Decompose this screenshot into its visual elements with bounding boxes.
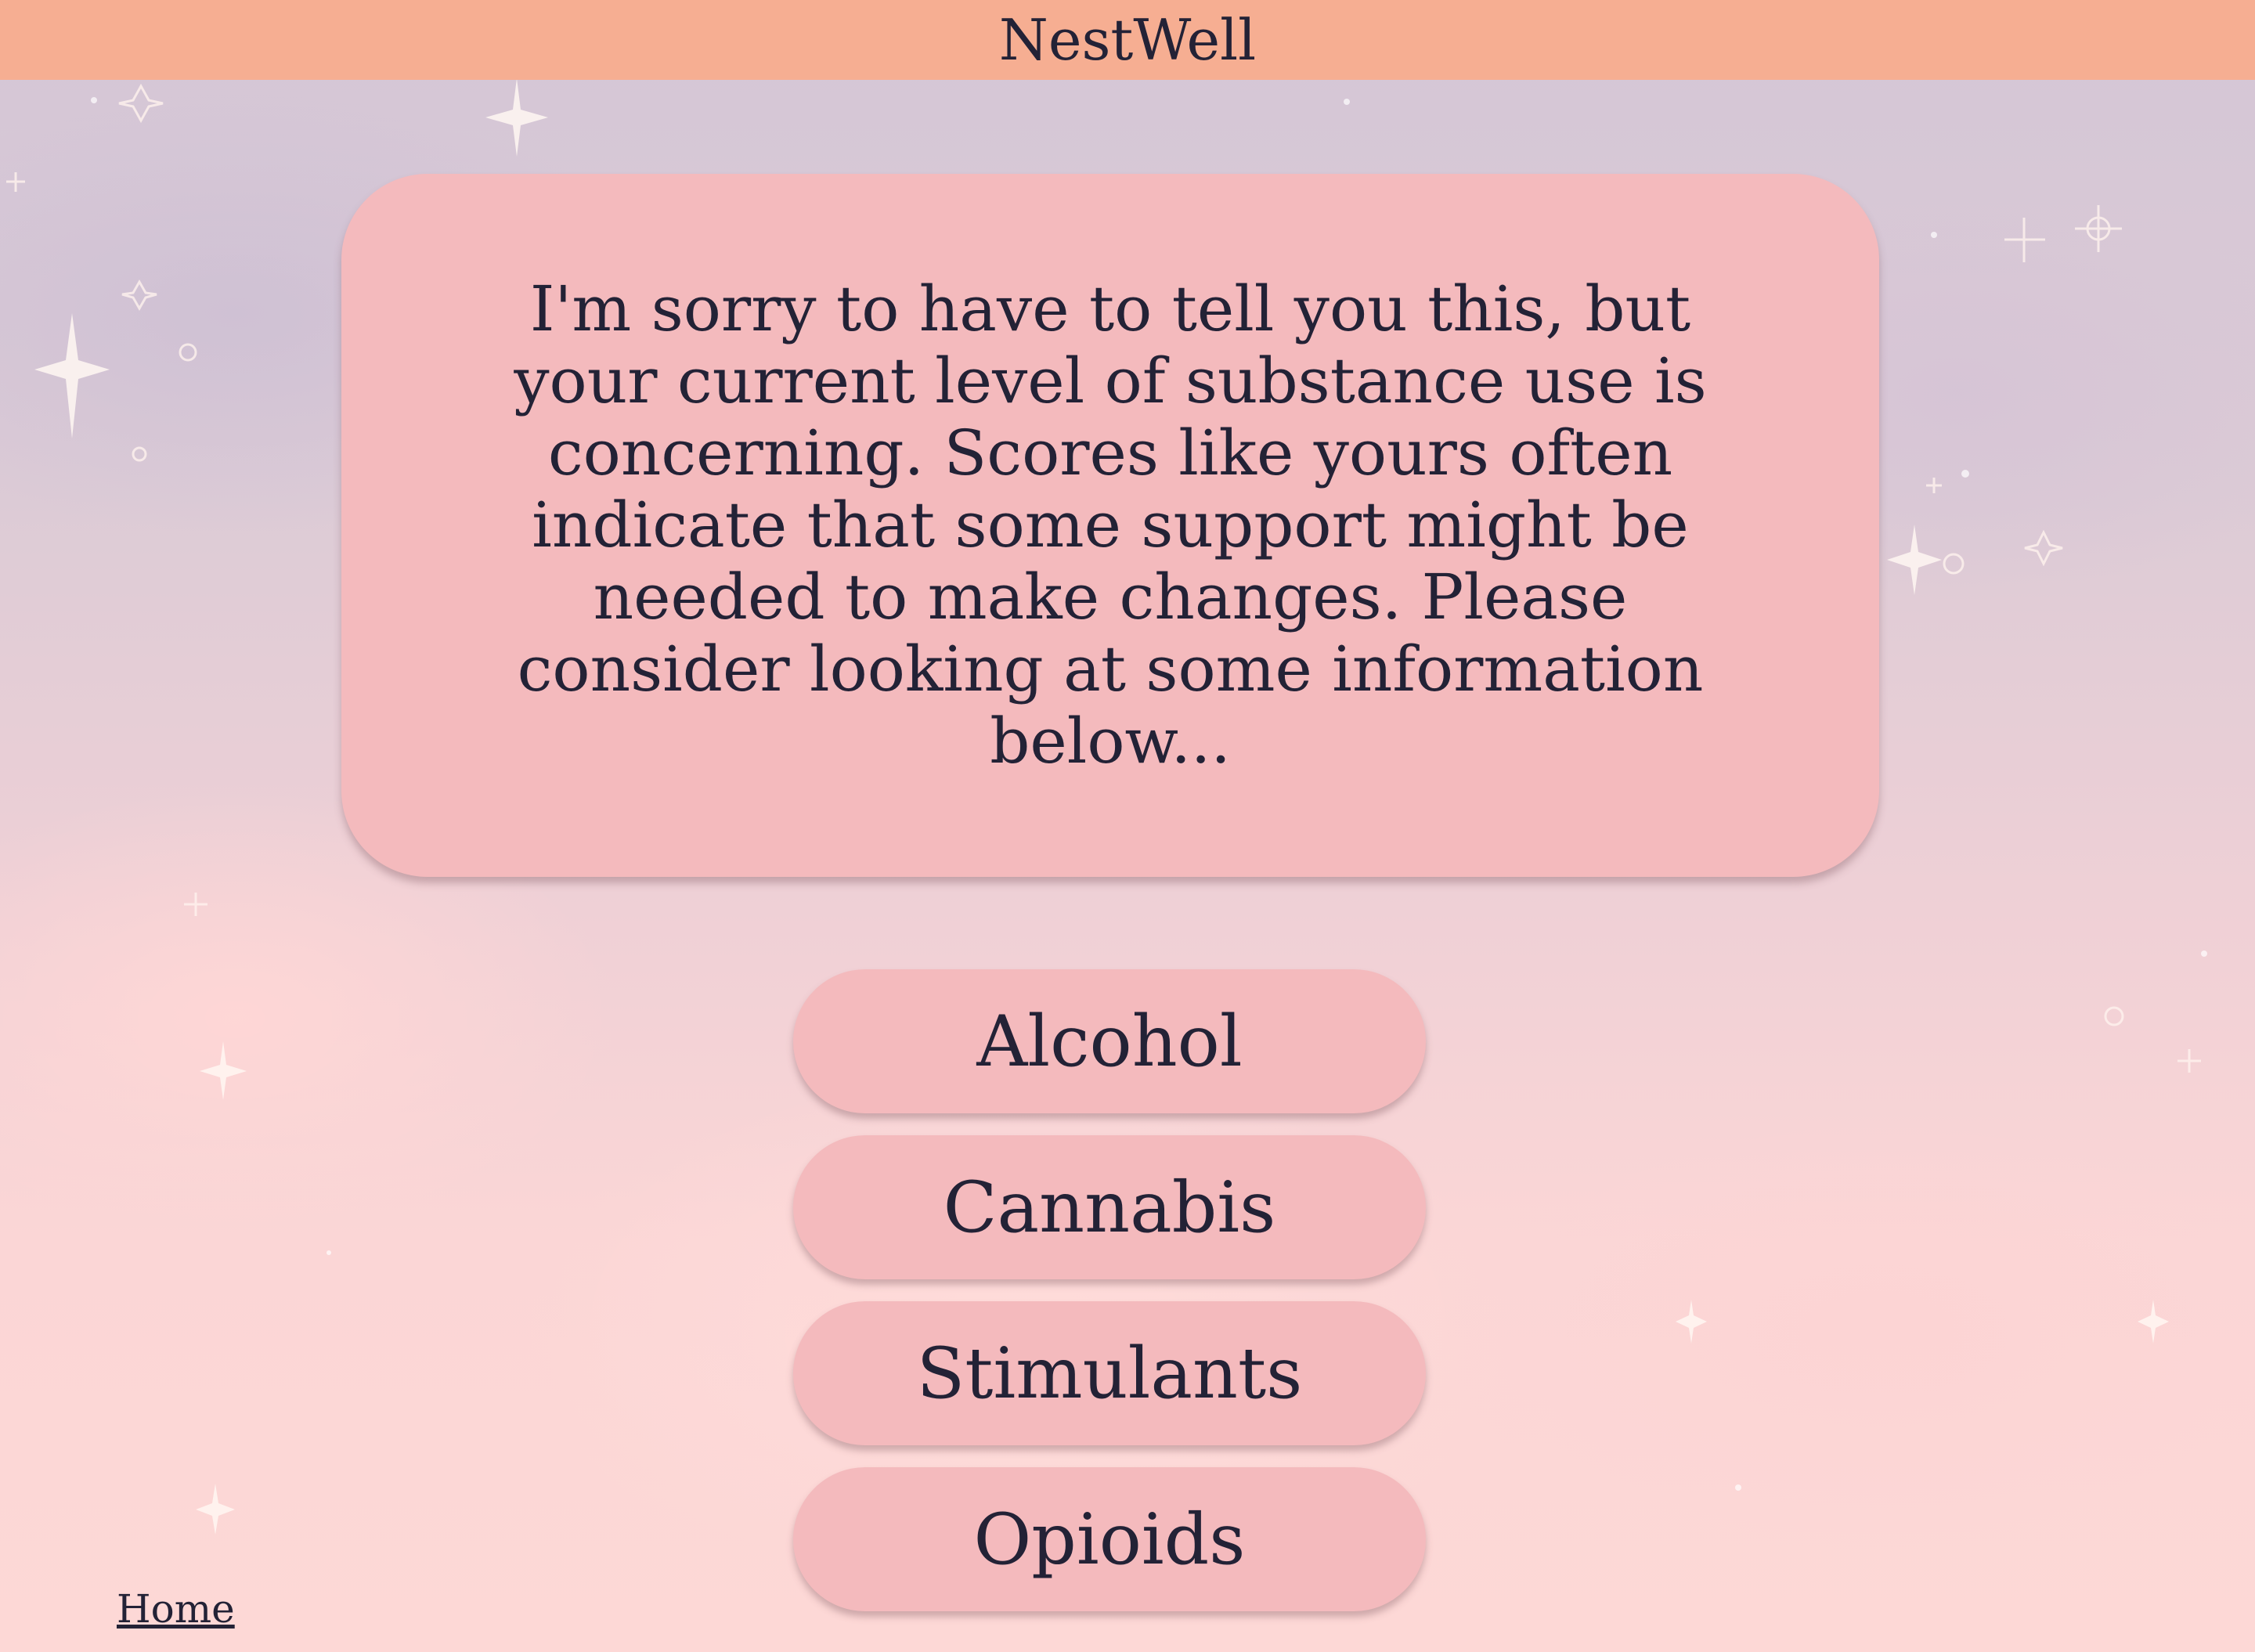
cannabis-button[interactable]: Cannabis [793, 1135, 1426, 1279]
app-title: NestWell [998, 7, 1257, 73]
stimulants-button[interactable]: Stimulants [793, 1301, 1426, 1445]
result-message-card: I'm sorry to have to tell you this, but … [341, 174, 1879, 877]
app-header: NestWell [0, 0, 2255, 80]
result-message: I'm sorry to have to tell you this, but … [514, 272, 1707, 777]
alcohol-button[interactable]: Alcohol [793, 969, 1426, 1113]
home-link[interactable]: Home [117, 1586, 235, 1632]
substance-options: Alcohol Cannabis Stimulants Opioids [793, 969, 1426, 1633]
opioids-button[interactable]: Opioids [793, 1467, 1426, 1611]
